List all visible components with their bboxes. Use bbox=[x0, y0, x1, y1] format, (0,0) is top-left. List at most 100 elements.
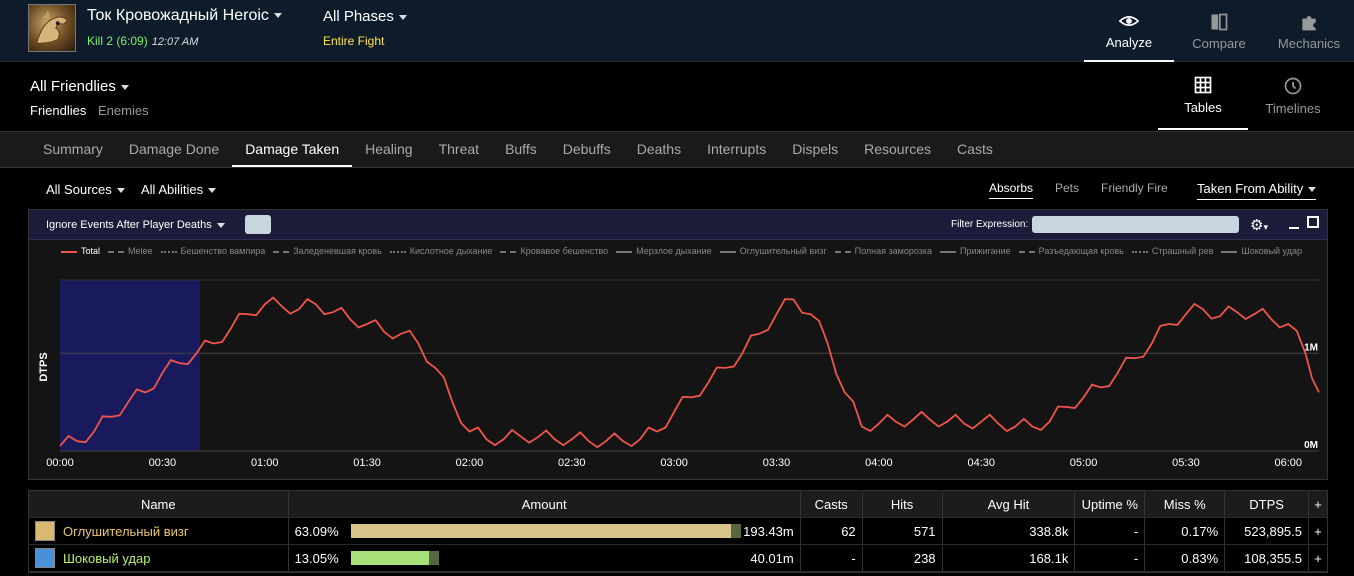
kill-time: 12:07 AM bbox=[151, 36, 199, 48]
view-timelines[interactable]: Timelines bbox=[1248, 62, 1338, 130]
chevron-down-icon bbox=[120, 84, 129, 90]
cell-amount: 63.09% 193.43m bbox=[289, 518, 801, 544]
view-tables[interactable]: Tables bbox=[1158, 62, 1248, 130]
amount-bar bbox=[350, 524, 741, 538]
sub-header: All Friendlies Friendlies Enemies Tables… bbox=[0, 62, 1354, 132]
table-row[interactable]: Оглушительный визг 63.09% 193.43m 62 571 … bbox=[29, 518, 1327, 545]
tab-casts[interactable]: Casts bbox=[944, 132, 1006, 167]
col-amount[interactable]: Amount bbox=[289, 491, 801, 517]
filter-bar: All Sources All Abilities Absorbs Pets F… bbox=[0, 168, 1354, 208]
tab-deaths[interactable]: Deaths bbox=[624, 132, 694, 167]
sources-dropdown[interactable]: All Sources bbox=[46, 182, 125, 197]
y-tick-label: 0M bbox=[1304, 440, 1318, 451]
cell-uptime: - bbox=[1075, 518, 1146, 544]
tab-threat[interactable]: Threat bbox=[426, 132, 492, 167]
x-tick-label: 06:00 bbox=[1275, 457, 1303, 469]
amount-bar-fill bbox=[350, 551, 430, 565]
col-add[interactable]: + bbox=[1309, 491, 1327, 517]
tab-buffs[interactable]: Buffs bbox=[492, 132, 550, 167]
tab-damage-done[interactable]: Damage Done bbox=[116, 132, 232, 167]
absorbs-toggle[interactable]: Absorbs bbox=[989, 181, 1034, 199]
cell-miss: 0.17% bbox=[1145, 518, 1226, 544]
cell-uptime: - bbox=[1075, 545, 1146, 571]
tab-interrupts[interactable]: Interrupts bbox=[694, 132, 779, 167]
ignore-deaths-label: Ignore Events After Player Deaths bbox=[46, 219, 212, 231]
x-tick-label: 00:30 bbox=[149, 457, 177, 469]
boss-avatar[interactable] bbox=[28, 4, 76, 52]
col-hits[interactable]: Hits bbox=[863, 491, 943, 517]
view-tables-label: Tables bbox=[1184, 100, 1222, 115]
nav-mechanics-label: Mechanics bbox=[1277, 35, 1341, 51]
cell-dtps: 108,355.5 bbox=[1225, 545, 1310, 571]
col-name[interactable]: Name bbox=[29, 491, 289, 517]
chevron-down-icon bbox=[398, 14, 407, 20]
grid-icon bbox=[1194, 76, 1212, 94]
main-tabs: Summary Damage Done Damage Taken Healing… bbox=[0, 132, 1354, 168]
tab-damage-taken[interactable]: Damage Taken bbox=[232, 132, 353, 167]
x-tick-label: 04:30 bbox=[967, 457, 995, 469]
col-miss[interactable]: Miss % bbox=[1145, 491, 1226, 517]
top-nav: Analyze Compare Mechanics bbox=[1084, 0, 1354, 62]
cell-name: Оглушительный визг bbox=[29, 518, 289, 544]
tab-healing[interactable]: Healing bbox=[352, 132, 425, 167]
table-row[interactable]: Шоковый удар 13.05% 40.01m - 238 168.1k -… bbox=[29, 545, 1327, 572]
kill-label: Kill 2 (6:09) bbox=[87, 34, 148, 48]
cell-name: Шоковый удар bbox=[29, 545, 289, 571]
y-axis-label: DTPS bbox=[38, 352, 50, 381]
dtps-chart: Ignore Events After Player Deaths Filter… bbox=[28, 209, 1328, 480]
chevron-down-icon bbox=[273, 13, 282, 19]
tab-debuffs[interactable]: Debuffs bbox=[550, 132, 624, 167]
damage-table: Name Amount Casts Hits Avg Hit Uptime % … bbox=[28, 490, 1328, 573]
cell-miss: 0.83% bbox=[1145, 545, 1226, 571]
ability-link[interactable]: Оглушительный визг bbox=[35, 521, 189, 541]
col-avg-hit[interactable]: Avg Hit bbox=[943, 491, 1076, 517]
cell-avg-hit: 338.8k bbox=[943, 518, 1076, 544]
friendly-fire-toggle[interactable]: Friendly Fire bbox=[1101, 181, 1168, 195]
cell-amount: 13.05% 40.01m bbox=[289, 545, 801, 571]
expand-button[interactable]: + bbox=[1309, 518, 1327, 544]
filter-expression-label: Filter Expression: bbox=[951, 219, 1029, 230]
gear-icon[interactable]: ⚙▾ bbox=[1250, 216, 1268, 234]
puzzle-icon bbox=[1302, 15, 1316, 30]
phase-dropdown[interactable]: All Phases bbox=[323, 8, 407, 25]
nav-mechanics[interactable]: Mechanics bbox=[1264, 0, 1354, 62]
x-tick-label: 05:00 bbox=[1070, 457, 1098, 469]
x-tick-label: 01:30 bbox=[353, 457, 381, 469]
nav-analyze-label: Analyze bbox=[1105, 34, 1153, 50]
tab-dispels[interactable]: Dispels bbox=[779, 132, 851, 167]
ignore-deaths-dropdown[interactable]: Ignore Events After Player Deaths bbox=[46, 219, 225, 231]
col-casts[interactable]: Casts bbox=[801, 491, 863, 517]
pets-toggle[interactable]: Pets bbox=[1055, 181, 1079, 195]
maximize-icon[interactable] bbox=[1307, 216, 1319, 228]
ignore-deaths-toggle[interactable] bbox=[245, 215, 271, 234]
tab-summary[interactable]: Summary bbox=[30, 132, 116, 167]
tab-resources[interactable]: Resources bbox=[851, 132, 944, 167]
tab-friendlies[interactable]: Friendlies bbox=[30, 103, 86, 118]
amount-percent: 63.09% bbox=[294, 523, 339, 539]
nav-compare[interactable]: Compare bbox=[1174, 0, 1264, 62]
minimize-icon[interactable] bbox=[1289, 216, 1299, 229]
x-tick-label: 03:00 bbox=[660, 457, 688, 469]
abilities-dropdown[interactable]: All Abilities bbox=[141, 182, 217, 197]
x-tick-label: 05:30 bbox=[1172, 457, 1200, 469]
compare-icon bbox=[1211, 13, 1228, 30]
chevron-down-icon bbox=[1308, 187, 1317, 193]
kill-info: Kill 2 (6:09) 12:07 AM bbox=[87, 34, 198, 48]
tab-enemies[interactable]: Enemies bbox=[98, 103, 149, 118]
expand-button[interactable]: + bbox=[1309, 545, 1327, 571]
ability-icon bbox=[35, 548, 55, 568]
view-nav: Tables Timelines bbox=[1158, 62, 1338, 132]
dragon-icon bbox=[36, 10, 69, 44]
abilities-label: All Abilities bbox=[141, 182, 204, 197]
taken-from-dropdown[interactable]: Taken From Ability bbox=[1197, 181, 1317, 200]
amount-bar-fill bbox=[350, 524, 731, 538]
side-tabs: Friendlies Enemies bbox=[30, 103, 157, 118]
encounter-dropdown[interactable]: Ток Кровожадный Heroic bbox=[87, 7, 282, 25]
col-uptime[interactable]: Uptime % bbox=[1075, 491, 1146, 517]
filter-expression-input[interactable] bbox=[1032, 216, 1239, 233]
encounter-name: Ток Кровожадный Heroic bbox=[87, 7, 269, 24]
col-dtps[interactable]: DTPS bbox=[1225, 491, 1310, 517]
nav-analyze[interactable]: Analyze bbox=[1084, 0, 1174, 62]
ability-link[interactable]: Шоковый удар bbox=[35, 548, 150, 568]
friendlies-dropdown[interactable]: All Friendlies bbox=[30, 78, 129, 95]
